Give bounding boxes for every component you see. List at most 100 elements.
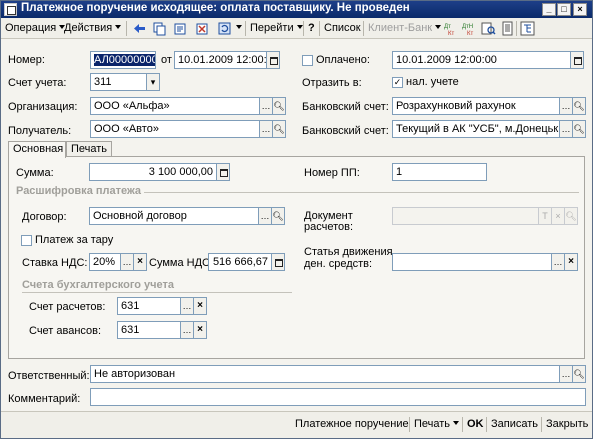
maximize-button[interactable]: □ <box>557 3 571 16</box>
group-divider <box>144 192 579 193</box>
account-field[interactable]: 311 <box>90 73 147 91</box>
organization-field[interactable]: ООО «Альфа» <box>90 97 260 115</box>
advance-account-select-button[interactable]: … <box>180 321 194 339</box>
tax-accounting-checkbox[interactable]: ✓ <box>392 77 403 88</box>
operation-menu[interactable]: Операция <box>5 21 65 36</box>
goto-menu[interactable]: Перейти <box>250 21 303 36</box>
settlement-doc-clear-button[interactable]: × <box>551 207 565 225</box>
bank-account-select-button[interactable]: … <box>559 97 573 115</box>
refresh-icon[interactable] <box>217 21 232 36</box>
calculator-icon[interactable] <box>216 163 230 181</box>
organization-label: Организация: <box>8 101 78 113</box>
bank-account-open-button[interactable]: 🔍︎ <box>572 97 586 115</box>
tax-debit-credit-icon[interactable]: ДтНКт <box>462 21 477 36</box>
save-button[interactable]: Записать <box>491 418 538 430</box>
payment-order-button[interactable]: Платежное поручение <box>295 418 409 430</box>
bank-account-field[interactable]: Розрахунковий рахунок <box>392 97 560 115</box>
vat-rate-label: Ставка НДС: <box>22 257 88 269</box>
settlement-account-clear-button[interactable]: × <box>193 297 207 315</box>
list-button[interactable]: Список <box>324 21 361 36</box>
pp-number-label: Номер ПП: <box>304 167 360 179</box>
responsible-field[interactable]: Не авторизован <box>90 365 560 383</box>
document-list-icon[interactable] <box>500 21 515 36</box>
contract-field[interactable]: Основной договор <box>89 207 259 225</box>
tax-accounting-label: нал. учете <box>406 76 459 88</box>
toolbar-separator <box>303 21 304 36</box>
settlement-doc-type-button[interactable]: T <box>538 207 552 225</box>
contract-select-button[interactable]: … <box>258 207 272 225</box>
comment-field[interactable] <box>90 388 586 406</box>
client-bank-menu[interactable]: Клиент-Банк <box>368 21 441 36</box>
pp-number-field[interactable]: 1 <box>392 163 487 181</box>
vat-rate-field[interactable]: 20% <box>89 253 121 271</box>
number-field[interactable]: АЛ000000001 <box>90 51 156 69</box>
tab-main[interactable]: Основная <box>8 141 66 158</box>
settlement-account-field[interactable]: 631 <box>117 297 181 315</box>
sum-field[interactable]: 3 100 000,00 <box>89 163 217 181</box>
recipient-field[interactable]: ООО «Авто» <box>90 120 260 138</box>
debit-credit-icon[interactable]: ДтКт <box>443 21 458 36</box>
calendar-icon[interactable] <box>266 51 280 69</box>
recipient-select-button[interactable]: … <box>259 120 273 138</box>
paid-date-field[interactable]: 10.01.2009 12:00:00 <box>392 51 571 69</box>
organization-open-button[interactable]: 🔍︎ <box>272 97 286 115</box>
cash-flow-select-button[interactable]: … <box>551 253 565 271</box>
recipient-open-button[interactable]: 🔍︎ <box>272 120 286 138</box>
date-from-label: от <box>161 54 172 66</box>
toolbar-separator <box>462 417 463 432</box>
organization-select-button[interactable]: … <box>259 97 273 115</box>
toolbar-separator <box>409 417 410 432</box>
vat-rate-clear-button[interactable]: × <box>133 253 147 271</box>
paid-checkbox[interactable] <box>302 55 313 66</box>
tab-print[interactable]: Печать <box>66 141 112 157</box>
report-search-icon[interactable] <box>481 21 496 36</box>
recipient-label: Получатель: <box>8 125 72 137</box>
minimize-button[interactable]: _ <box>542 3 556 16</box>
responsible-select-button[interactable]: … <box>559 365 573 383</box>
svg-text:ДтН: ДтН <box>462 24 473 30</box>
print-menu-button[interactable]: Печать <box>414 418 459 430</box>
copy-document-icon[interactable] <box>152 21 167 36</box>
ok-button[interactable]: OK <box>467 418 484 430</box>
toolbar: Операция Действия Перейти ? Список Клиен… <box>1 18 592 39</box>
toolbar-separator <box>486 417 487 432</box>
vat-sum-field[interactable]: 516 666,67 <box>208 253 272 271</box>
advance-account-clear-button[interactable]: × <box>193 321 207 339</box>
document-actions-dropdown[interactable] <box>233 21 242 36</box>
close-button[interactable]: Закрыть <box>546 418 588 430</box>
recipient-bank-field[interactable]: Текущий в АК "УСБ", м.Донецьк <box>392 120 560 138</box>
comment-label: Комментарий: <box>8 393 81 405</box>
account-dropdown-button[interactable]: ▾ <box>146 73 160 91</box>
cash-flow-label-line1: Статья движения <box>304 246 393 258</box>
payment-breakdown-title: Расшифровка платежа <box>16 185 142 197</box>
cash-flow-label-line2: ден. средств: <box>304 258 373 270</box>
settlement-doc-field[interactable] <box>392 207 539 225</box>
actions-menu[interactable]: Действия <box>64 21 121 36</box>
toolbar-separator <box>126 21 127 36</box>
structure-icon[interactable] <box>520 21 535 36</box>
reflect-label: Отразить в: <box>302 77 362 89</box>
vat-calculator-icon[interactable] <box>271 253 285 271</box>
cash-flow-clear-button[interactable]: × <box>564 253 578 271</box>
date-field[interactable]: 10.01.2009 12:00:00 <box>174 51 267 69</box>
close-window-button[interactable]: × <box>573 3 587 16</box>
settlement-doc-open-button[interactable]: 🔍︎ <box>564 207 578 225</box>
help-button[interactable]: ? <box>308 21 315 36</box>
advance-account-field[interactable]: 631 <box>117 321 181 339</box>
cash-flow-field[interactable] <box>392 253 552 271</box>
edit-document-icon[interactable] <box>173 21 188 36</box>
title-bar[interactable]: Платежное поручение исходящее: оплата по… <box>1 1 592 18</box>
contract-open-button[interactable]: 🔍︎ <box>271 207 285 225</box>
bottom-command-bar: Платежное поручение Печать OK Записать З… <box>1 411 592 438</box>
back-arrow-icon[interactable] <box>132 21 147 36</box>
svg-text:Кт: Кт <box>448 31 454 36</box>
responsible-open-button[interactable]: 🔍︎ <box>572 365 586 383</box>
recipient-bank-select-button[interactable]: … <box>559 120 573 138</box>
vat-rate-select-button[interactable]: … <box>120 253 134 271</box>
delete-mark-icon[interactable] <box>195 21 210 36</box>
paid-calendar-icon[interactable] <box>570 51 584 69</box>
settlement-account-select-button[interactable]: … <box>180 297 194 315</box>
tare-payment-checkbox[interactable] <box>21 235 32 246</box>
recipient-bank-open-button[interactable]: 🔍︎ <box>572 120 586 138</box>
sum-label: Сумма: <box>16 167 54 179</box>
